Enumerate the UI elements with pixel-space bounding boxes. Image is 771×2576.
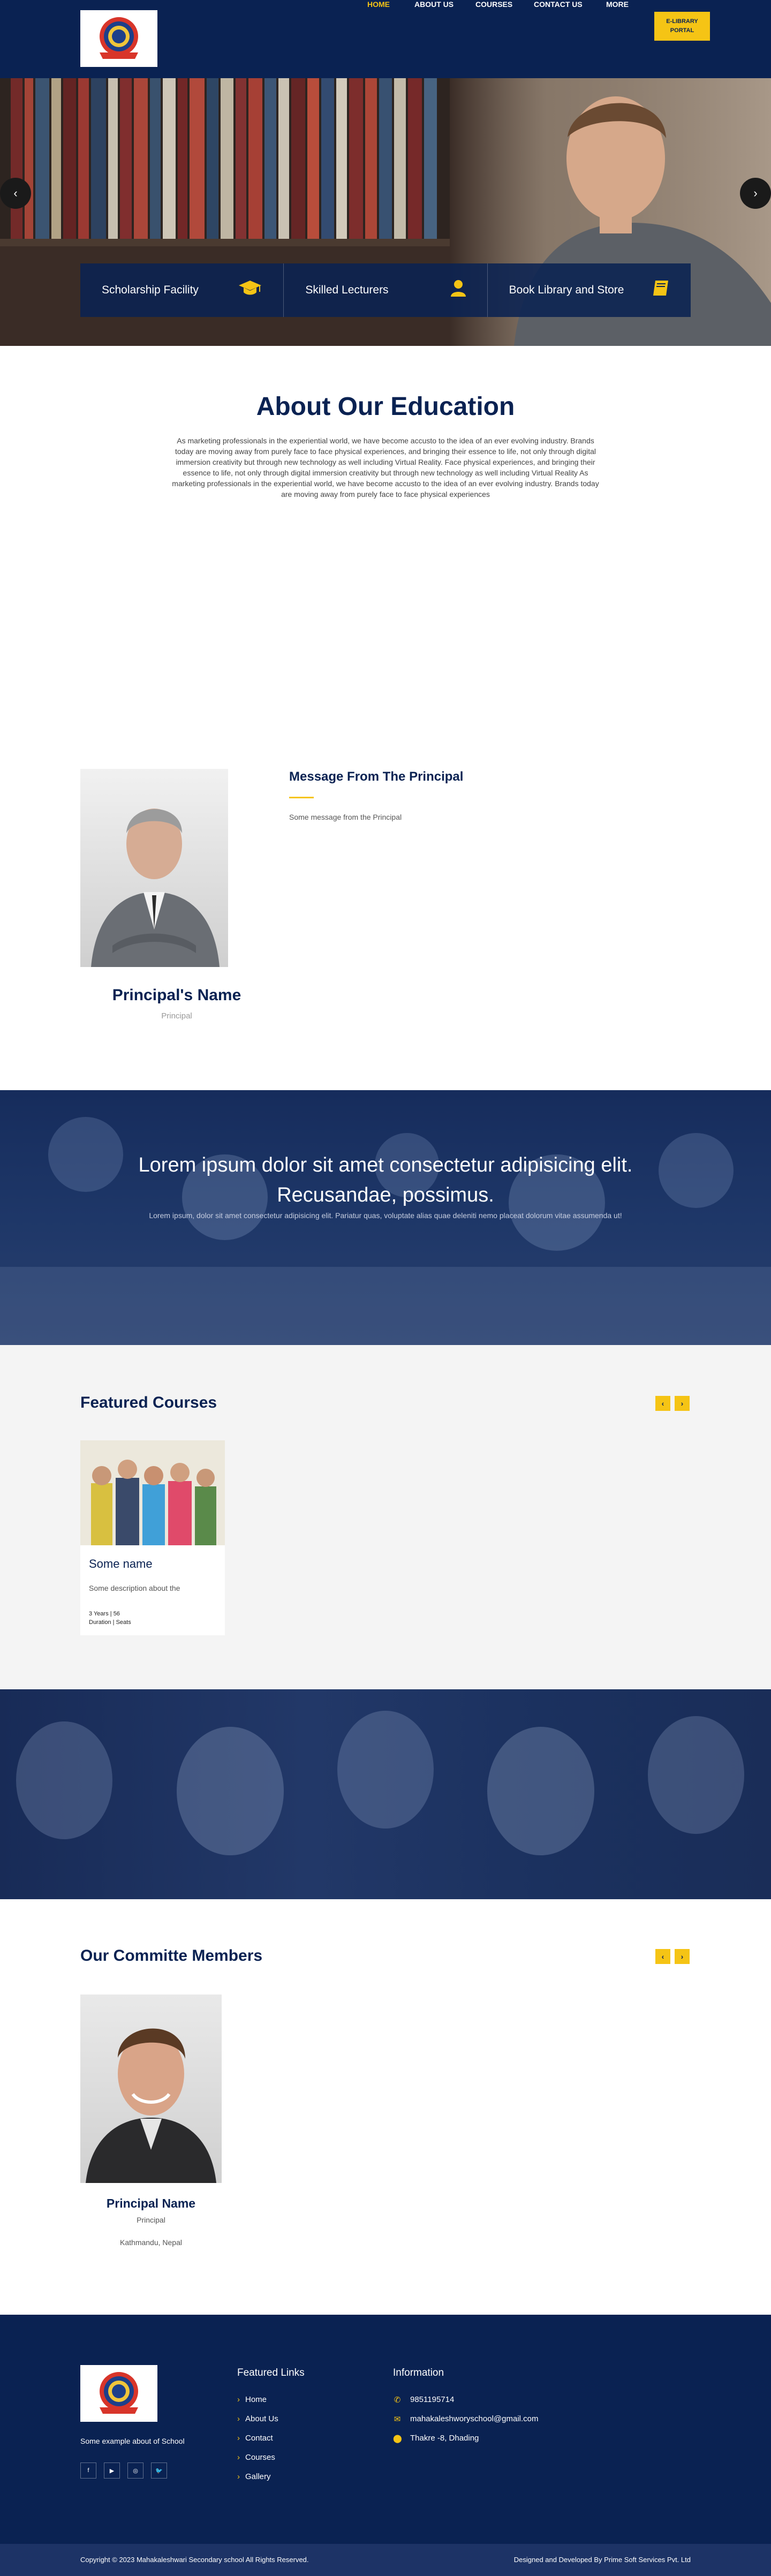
featured-links-list: Home About Us Contact Courses Gallery [237, 2395, 278, 2491]
feature-label: Book Library and Store [509, 284, 624, 296]
featured-links-title: Featured Links [237, 2367, 305, 2378]
course-seats-label: Seats [116, 1619, 131, 1626]
students-image-band [0, 1689, 771, 1899]
school-emblem-icon [100, 17, 138, 59]
footer-link-contact[interactable]: Contact [237, 2434, 278, 2453]
group-photo-background [16, 1711, 744, 1855]
info-address: ⬤ Thakre -8, Dhading [393, 2434, 539, 2453]
hero-prev-button[interactable]: ‹ [0, 178, 31, 209]
principal-name: Principal's Name [112, 986, 241, 1004]
feature-label: Skilled Lecturers [305, 284, 389, 296]
site-footer: Some example about of School f ▶ ◎ 🐦 Fea… [0, 2315, 771, 2544]
site-header: HOME ABOUT US COURSES CONTACT US MORE E-… [0, 0, 771, 78]
information-title: Information [393, 2367, 444, 2378]
course-description: Some description about the [89, 1584, 180, 1592]
instagram-icon[interactable]: ◎ [127, 2462, 143, 2479]
twitter-icon[interactable]: 🐦 [151, 2462, 167, 2479]
nav-home[interactable]: HOME [367, 0, 390, 9]
courses-title: Featured Courses [80, 1394, 217, 1411]
user-icon [450, 279, 466, 301]
portal-label: PORTAL [670, 27, 694, 34]
member-name: Principal Name [106, 2196, 196, 2210]
social-links: f ▶ ◎ 🐦 [80, 2462, 167, 2479]
feature-strip: Scholarship Facility Skilled Lecturers B… [80, 263, 691, 317]
school-emblem-icon [100, 2372, 138, 2414]
course-duration-value: 3 Years [89, 1611, 109, 1617]
nav-contact-us[interactable]: CONTACT US [534, 0, 583, 9]
footer-about-text: Some example about of School [80, 2437, 185, 2445]
course-name: Some name [89, 1557, 153, 1570]
address: Thakre -8, Dhading [410, 2434, 479, 2443]
e-library-label: E-LIBRARY [666, 18, 698, 25]
course-meta: 3 Years | 56 Duration | Seats [89, 1611, 131, 1626]
phone-number[interactable]: 9851195714 [410, 2395, 454, 2414]
member-photo [80, 1995, 222, 2183]
course-duration-label: Duration [89, 1619, 111, 1626]
mail-icon: ✉ [394, 2415, 401, 2424]
quote-banner: Lorem ipsum dolor sit amet consectetur a… [0, 1090, 771, 1345]
courses-next-button[interactable]: › [675, 1396, 690, 1411]
school-logo[interactable] [80, 10, 157, 67]
courses-slider-controls: ‹ › [655, 1396, 690, 1411]
youtube-icon[interactable]: ▶ [104, 2462, 120, 2479]
principal-message-title: Message From The Principal [289, 769, 464, 784]
quote-title: Lorem ipsum dolor sit amet consectetur a… [138, 1154, 633, 1206]
designed-by-text: Designed and Developed By Prime Soft Ser… [513, 2556, 691, 2564]
footer-link-about-us[interactable]: About Us [237, 2414, 278, 2434]
featured-courses-section: Featured Courses ‹ › Some name Some desc… [0, 1345, 771, 1689]
copyright-text: Copyright © 2023 Mahakaleshwari Secondar… [80, 2556, 309, 2564]
nav-more[interactable]: MORE [606, 0, 629, 9]
course-image [80, 1440, 225, 1545]
feature-label: Scholarship Facility [102, 284, 199, 296]
bottom-bar: Copyright © 2023 Mahakaleshwari Secondar… [0, 2544, 771, 2576]
about-text: As marketing professionals in the experi… [172, 436, 599, 498]
member-location: Kathmandu, Nepal [120, 2238, 182, 2247]
hero-next-button[interactable]: › [740, 178, 771, 209]
quote-subtitle: Lorem ipsum, dolor sit amet consectetur … [149, 1211, 622, 1220]
footer-logo[interactable] [80, 2365, 157, 2422]
phone-icon: ✆ [394, 2396, 401, 2405]
course-card[interactable]: Some name Some description about the 3 Y… [80, 1440, 225, 1635]
courses-prev-button[interactable]: ‹ [655, 1396, 670, 1411]
footer-link-courses[interactable]: Courses [237, 2453, 278, 2472]
feature-library[interactable]: Book Library and Store [487, 263, 691, 317]
email-address[interactable]: mahakaleshworyschool@gmail.com [410, 2414, 539, 2434]
graduation-cap-icon [238, 279, 262, 301]
facebook-icon[interactable]: f [80, 2462, 96, 2479]
course-seats-value: 56 [113, 1611, 120, 1617]
title-underline [289, 797, 314, 798]
principal-photo [80, 769, 228, 967]
info-phone: ✆ 9851195714 [393, 2395, 539, 2414]
hero-slider: ‹ › Scholarship Facility Skilled Lecture… [0, 78, 771, 346]
book-icon [652, 279, 669, 301]
committee-slider-controls: ‹ › [655, 1949, 690, 1964]
member-role: Principal [137, 2216, 165, 2224]
about-title: About Our Education [256, 392, 515, 421]
location-icon: ⬤ [393, 2434, 402, 2443]
e-library-portal-button[interactable]: E-LIBRARY PORTAL [654, 12, 710, 41]
information-list: ✆ 9851195714 ✉ mahakaleshworyschool@gmai… [393, 2395, 539, 2453]
committee-prev-button[interactable]: ‹ [655, 1949, 670, 1964]
nav-courses[interactable]: COURSES [475, 0, 512, 9]
feature-lecturers[interactable]: Skilled Lecturers [284, 263, 488, 317]
committee-title: Our Committe Members [80, 1947, 263, 1965]
nav-about-us[interactable]: ABOUT US [414, 0, 453, 9]
footer-link-gallery[interactable]: Gallery [237, 2472, 278, 2491]
info-email: ✉ mahakaleshworyschool@gmail.com [393, 2414, 539, 2434]
principal-message-text: Some message from the Principal [289, 813, 402, 821]
footer-link-home[interactable]: Home [237, 2395, 278, 2414]
principal-role: Principal [161, 1011, 192, 1021]
feature-scholarship[interactable]: Scholarship Facility [80, 263, 284, 317]
committee-next-button[interactable]: › [675, 1949, 690, 1964]
